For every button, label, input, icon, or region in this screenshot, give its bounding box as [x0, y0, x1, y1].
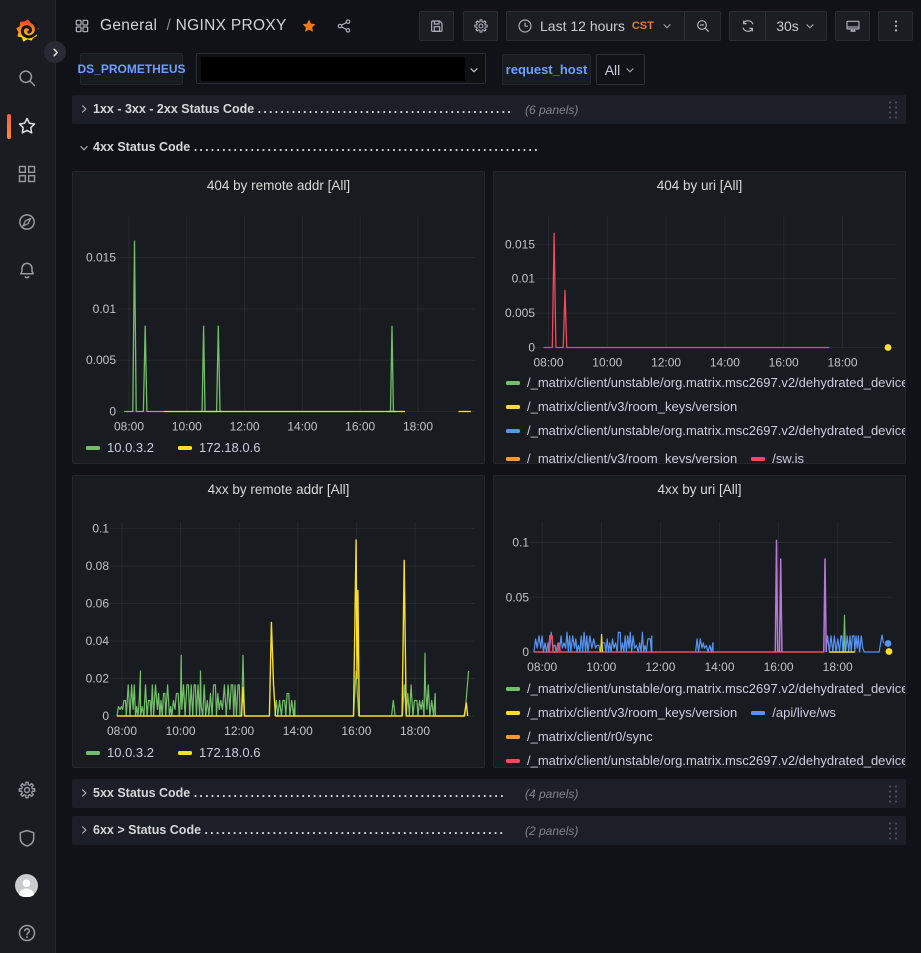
- svg-text:18:00: 18:00: [403, 420, 433, 434]
- svg-text:0.01: 0.01: [93, 302, 117, 316]
- svg-text:0.015: 0.015: [505, 237, 535, 251]
- svg-text:0.05: 0.05: [506, 590, 530, 604]
- svg-text:16:00: 16:00: [764, 660, 794, 674]
- svg-text:14:00: 14:00: [710, 356, 740, 370]
- svg-text:0.06: 0.06: [86, 597, 110, 611]
- svg-text:10:00: 10:00: [586, 660, 616, 674]
- svg-text:14:00: 14:00: [287, 420, 317, 434]
- svg-text:18:00: 18:00: [400, 724, 430, 738]
- svg-text:18:00: 18:00: [827, 356, 857, 370]
- svg-text:12:00: 12:00: [230, 420, 260, 434]
- svg-text:10:00: 10:00: [166, 724, 196, 738]
- svg-text:0: 0: [522, 645, 529, 659]
- svg-text:0.1: 0.1: [512, 536, 529, 550]
- svg-text:0.005: 0.005: [86, 353, 116, 367]
- svg-text:08:00: 08:00: [533, 356, 563, 370]
- svg-text:12:00: 12:00: [651, 356, 681, 370]
- svg-text:08:00: 08:00: [527, 660, 557, 674]
- svg-text:0.04: 0.04: [86, 634, 110, 648]
- svg-text:0: 0: [102, 709, 109, 723]
- svg-text:16:00: 16:00: [769, 356, 799, 370]
- svg-text:16:00: 16:00: [341, 724, 371, 738]
- svg-text:08:00: 08:00: [114, 420, 144, 434]
- svg-text:0.1: 0.1: [92, 522, 109, 536]
- svg-text:12:00: 12:00: [224, 724, 254, 738]
- svg-text:0.02: 0.02: [86, 672, 110, 686]
- svg-text:0.08: 0.08: [86, 559, 110, 573]
- svg-text:16:00: 16:00: [345, 420, 375, 434]
- svg-text:0: 0: [109, 405, 116, 419]
- svg-text:10:00: 10:00: [592, 356, 622, 370]
- svg-text:0.01: 0.01: [512, 272, 536, 286]
- svg-text:08:00: 08:00: [107, 724, 137, 738]
- svg-text:0.005: 0.005: [505, 306, 535, 320]
- svg-text:18:00: 18:00: [823, 660, 853, 674]
- svg-text:12:00: 12:00: [645, 660, 675, 674]
- svg-text:10:00: 10:00: [172, 420, 202, 434]
- svg-text:0.015: 0.015: [86, 251, 116, 265]
- svg-text:14:00: 14:00: [283, 724, 313, 738]
- svg-text:14:00: 14:00: [704, 660, 734, 674]
- svg-text:0: 0: [528, 341, 535, 355]
